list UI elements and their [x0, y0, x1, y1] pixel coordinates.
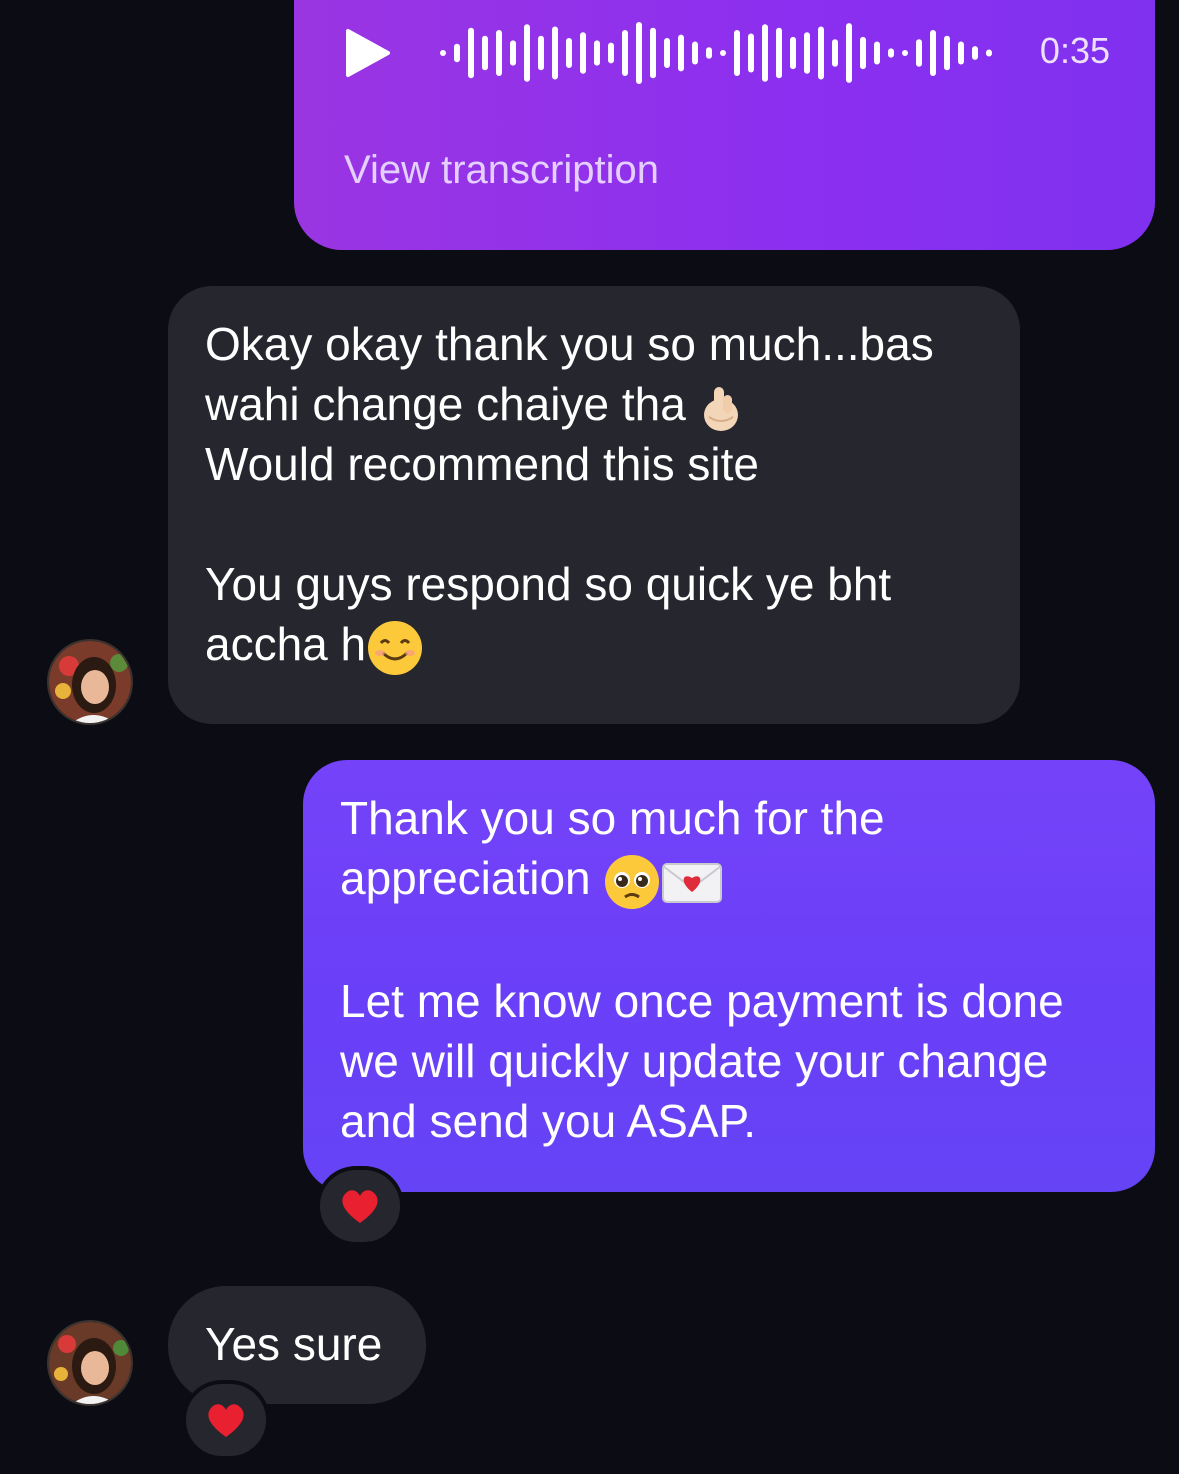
- waveform-bar: [958, 41, 964, 65]
- waveform-bar: [482, 35, 488, 71]
- waveform-bar: [692, 41, 698, 65]
- waveform-bar: [734, 30, 740, 76]
- waveform-bar: [944, 35, 950, 71]
- heart-reaction[interactable]: [316, 1166, 404, 1246]
- waveform-bar: [804, 32, 810, 74]
- waveform-bar: [986, 49, 992, 57]
- waveform-bar: [440, 50, 446, 56]
- waveform-bar: [902, 50, 908, 56]
- red-heart-emoji-icon: [208, 1404, 244, 1437]
- waveform-bar: [776, 27, 782, 79]
- voice-duration: 0:35: [1039, 30, 1110, 71]
- heart-reaction[interactable]: [182, 1380, 270, 1460]
- contact-avatar[interactable]: [47, 639, 133, 725]
- waveform-bar: [888, 48, 894, 58]
- message-text: Okay okay thank you so much...bas wahi c…: [205, 314, 1005, 677]
- waveform-bar: [608, 42, 614, 64]
- waveform-bar: [706, 47, 712, 59]
- avatar-photo-icon: [49, 1322, 131, 1404]
- message-text: Thank you so much for the appreciation L…: [340, 792, 1064, 1147]
- waveform-bar: [538, 35, 544, 71]
- waveform-bar: [622, 30, 628, 76]
- waveform-bar: [972, 46, 978, 60]
- smiling-face-emoji-icon: [368, 620, 423, 675]
- waveform-bar: [678, 34, 684, 72]
- waveform-bar: [510, 40, 516, 66]
- waveform-bar: [930, 30, 936, 76]
- waveform-bar: [720, 50, 726, 56]
- waveform-bar: [762, 24, 768, 82]
- audio-waveform-icon[interactable]: [436, 0, 996, 112]
- waveform-bar: [790, 36, 796, 70]
- outgoing-message-bubble[interactable]: Thank you so much for the appreciation L…: [303, 760, 1155, 1192]
- waveform-bar: [552, 26, 558, 80]
- view-transcription-link[interactable]: View transcription: [344, 148, 659, 193]
- waveform-bar: [874, 41, 880, 65]
- avatar-photo-icon: [49, 641, 131, 723]
- waveform-bar: [566, 38, 572, 68]
- waveform-bar: [846, 23, 852, 83]
- waveform-bar: [818, 26, 824, 80]
- waveform-bar: [916, 39, 922, 67]
- contact-avatar[interactable]: [47, 1320, 133, 1406]
- incoming-message-bubble[interactable]: Okay okay thank you so much...bas wahi c…: [168, 286, 1020, 724]
- waveform-bar: [636, 21, 642, 85]
- pinching-hand-emoji-icon: [703, 386, 738, 431]
- waveform-bar: [650, 27, 656, 79]
- waveform-bar: [748, 33, 754, 73]
- waveform-bar: [580, 32, 586, 74]
- waveform-bar: [524, 24, 530, 82]
- waveform-bar: [468, 27, 474, 79]
- red-heart-emoji-icon: [342, 1190, 378, 1223]
- waveform-bar: [454, 43, 460, 63]
- message-text: Yes sure: [205, 1318, 383, 1370]
- pleading-face-emoji-icon: [605, 854, 660, 909]
- waveform-bar: [664, 38, 670, 68]
- waveform-bar: [594, 40, 600, 66]
- love-letter-emoji-icon: [662, 862, 723, 903]
- waveform-bar: [496, 30, 502, 76]
- play-icon[interactable]: [346, 28, 390, 78]
- waveform-bar: [832, 39, 838, 67]
- waveform-bar: [860, 36, 866, 70]
